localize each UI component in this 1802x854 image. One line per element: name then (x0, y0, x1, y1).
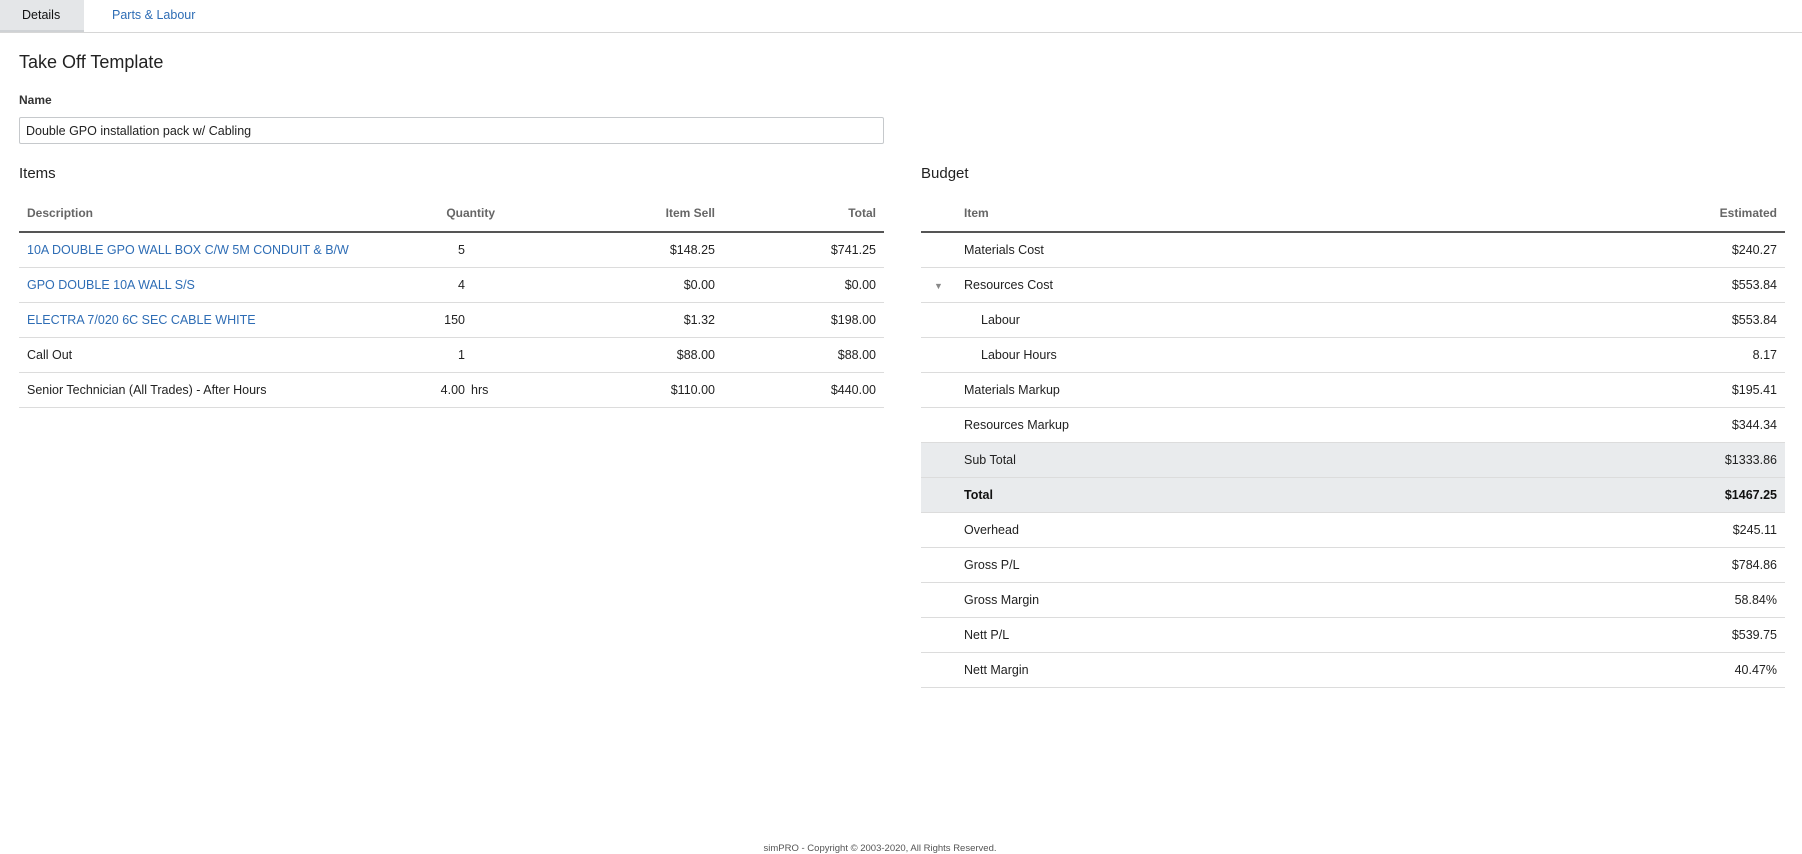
table-row: Sub Total $1333.86 (921, 442, 1785, 478)
budget-item-value: $553.84 (1485, 267, 1785, 303)
table-row: Senior Technician (All Trades) - After H… (19, 372, 884, 408)
budget-item-value: $195.41 (1485, 372, 1785, 408)
item-sell: $110.00 (503, 372, 723, 408)
page-title: Take Off Template (19, 52, 164, 72)
budget-item-value: $1467.25 (1485, 477, 1785, 513)
table-row: Materials Markup $195.41 (921, 372, 1785, 408)
column-header-estimated: Estimated (1485, 194, 1785, 233)
budget-item-value: $344.34 (1485, 407, 1785, 443)
budget-item-value: $553.84 (1485, 302, 1785, 338)
budget-header-row: Item Estimated (921, 194, 1785, 233)
table-row: Labour $553.84 (921, 302, 1785, 338)
column-header-quantity[interactable]: Quantity (389, 194, 503, 233)
table-row[interactable]: ▼ Resources Cost $553.84 (921, 267, 1785, 303)
budget-item-label: Labour Hours (956, 337, 1485, 373)
name-label: Name (19, 93, 52, 107)
column-header-description[interactable]: Description (19, 194, 389, 233)
item-quantity: 1 (458, 347, 465, 362)
items-table: Description Quantity Item Sell Total 10A… (19, 194, 884, 408)
table-row: Materials Cost $240.27 (921, 232, 1785, 268)
budget-item-label: Total (956, 477, 1485, 513)
tab-details[interactable]: Details (0, 0, 84, 32)
table-row: 10A DOUBLE GPO WALL BOX C/W 5M CONDUIT &… (19, 232, 884, 268)
budget-item-label: Materials Markup (956, 372, 1485, 408)
column-header-item: Item (956, 194, 1485, 233)
caret-down-icon[interactable]: ▼ (934, 281, 943, 291)
item-total: $741.25 (723, 232, 884, 268)
budget-table: Item Estimated Materials Cost $240.27 ▼ … (921, 194, 1785, 688)
budget-item-label: Materials Cost (956, 232, 1485, 268)
item-description: Call Out (19, 337, 389, 373)
table-row: Nett P/L $539.75 (921, 617, 1785, 653)
tab-bar: Details Parts & Labour (0, 0, 1802, 33)
item-sell: $148.25 (503, 232, 723, 268)
budget-item-label: Nett P/L (956, 617, 1485, 653)
item-quantity: 150 (444, 312, 465, 327)
item-total: $88.00 (723, 337, 884, 373)
budget-item-label: Gross P/L (956, 547, 1485, 583)
item-description: Senior Technician (All Trades) - After H… (19, 372, 389, 408)
table-row: ELECTRA 7/020 6C SEC CABLE WHITE 150 $1.… (19, 302, 884, 338)
item-description-link[interactable]: 10A DOUBLE GPO WALL BOX C/W 5M CONDUIT &… (19, 232, 389, 268)
budget-item-label: Gross Margin (956, 582, 1485, 618)
name-input[interactable] (19, 117, 884, 144)
budget-item-label: Sub Total (956, 442, 1485, 478)
budget-item-label: Overhead (956, 512, 1485, 548)
table-row: Total $1467.25 (921, 477, 1785, 513)
table-row: Call Out 1 $88.00 $88.00 (19, 337, 884, 373)
item-sell: $0.00 (503, 267, 723, 303)
item-description-link[interactable]: GPO DOUBLE 10A WALL S/S (19, 267, 389, 303)
item-quantity: 4.00 (440, 382, 465, 397)
item-sell: $1.32 (503, 302, 723, 338)
table-row: Gross Margin 58.84% (921, 582, 1785, 618)
column-header-total[interactable]: Total (723, 194, 884, 233)
budget-item-value: 58.84% (1485, 582, 1785, 618)
column-header-item-sell[interactable]: Item Sell (503, 194, 723, 233)
items-header-row: Description Quantity Item Sell Total (19, 194, 884, 233)
budget-section-title: Budget (921, 165, 969, 182)
budget-item-value: $539.75 (1485, 617, 1785, 653)
item-unit: hrs (471, 382, 489, 397)
budget-item-value: 40.47% (1485, 652, 1785, 688)
budget-item-label: Labour (956, 302, 1485, 338)
table-row: Resources Markup $344.34 (921, 407, 1785, 443)
table-row: GPO DOUBLE 10A WALL S/S 4 $0.00 $0.00 (19, 267, 884, 303)
budget-item-value: $784.86 (1485, 547, 1785, 583)
item-total: $198.00 (723, 302, 884, 338)
table-row: Labour Hours 8.17 (921, 337, 1785, 373)
tab-parts-labour[interactable]: Parts & Labour (90, 0, 217, 32)
item-total: $0.00 (723, 267, 884, 303)
budget-item-value: $1333.86 (1485, 442, 1785, 478)
table-row: Overhead $245.11 (921, 512, 1785, 548)
budget-item-value: $240.27 (1485, 232, 1785, 268)
items-section-title: Items (19, 165, 56, 182)
item-description-link[interactable]: ELECTRA 7/020 6C SEC CABLE WHITE (19, 302, 389, 338)
budget-item-label: Resources Markup (956, 407, 1485, 443)
budget-item-label: Resources Cost (956, 267, 1485, 303)
budget-item-value: 8.17 (1485, 337, 1785, 373)
budget-item-label: Nett Margin (956, 652, 1485, 688)
item-total: $440.00 (723, 372, 884, 408)
item-sell: $88.00 (503, 337, 723, 373)
copyright-footer: simPRO - Copyright © 2003-2020, All Righ… (763, 843, 997, 854)
item-quantity: 4 (458, 277, 465, 292)
table-row: Nett Margin 40.47% (921, 652, 1785, 688)
item-quantity: 5 (458, 242, 465, 257)
table-row: Gross P/L $784.86 (921, 547, 1785, 583)
budget-item-value: $245.11 (1485, 512, 1785, 548)
